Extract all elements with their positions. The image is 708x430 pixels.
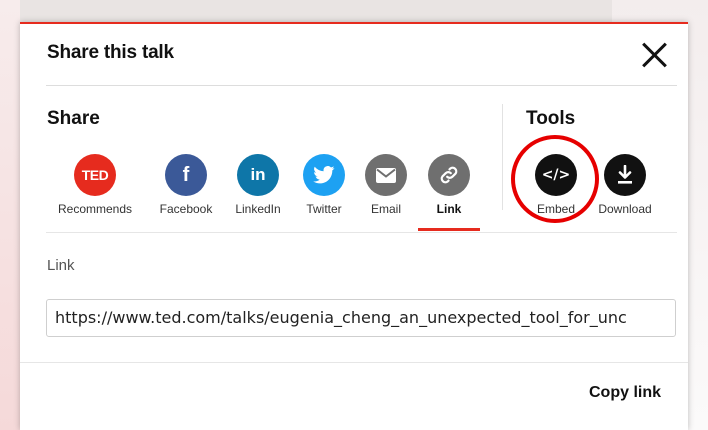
twitter-icon	[303, 154, 345, 196]
copy-link-button[interactable]: Copy link	[589, 384, 661, 402]
share-item-label: Link	[436, 202, 462, 216]
section-divider	[502, 104, 503, 210]
share-item-label: Facebook	[159, 202, 213, 216]
footer-divider	[20, 362, 688, 363]
close-icon[interactable]	[640, 41, 668, 69]
share-link-tab[interactable]: Link	[409, 154, 489, 216]
tool-item-label: Download	[598, 202, 652, 216]
divider	[46, 85, 677, 86]
email-icon	[365, 154, 407, 196]
background-left-edge	[0, 0, 20, 430]
share-recommends-button[interactable]: TED Recommends	[55, 154, 135, 216]
active-tab-indicator	[418, 228, 480, 231]
divider	[46, 232, 677, 233]
share-dialog: Share this talk Share Tools TED Recommen…	[20, 22, 688, 430]
link-url-field[interactable]: https://www.ted.com/talks/eugenia_cheng_…	[46, 299, 676, 337]
facebook-icon: f	[165, 154, 207, 196]
linkedin-icon: in	[237, 154, 279, 196]
tools-heading: Tools	[526, 108, 576, 129]
download-button[interactable]: Download	[585, 154, 665, 216]
ted-logo-icon: TED	[74, 154, 116, 196]
dialog-title: Share this talk	[47, 42, 174, 63]
link-field-label: Link	[47, 257, 75, 274]
share-item-label: Recommends	[57, 202, 133, 216]
link-icon	[428, 154, 470, 196]
download-icon	[604, 154, 646, 196]
background-strip	[0, 0, 708, 22]
share-heading: Share	[47, 108, 100, 129]
share-facebook-button[interactable]: f Facebook	[146, 154, 226, 216]
